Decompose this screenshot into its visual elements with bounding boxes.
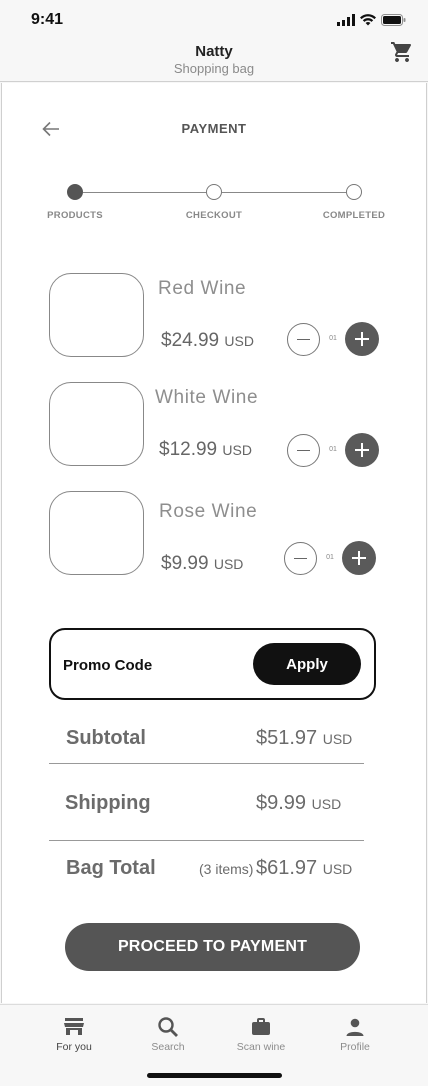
home-indicator — [147, 1073, 282, 1078]
product-price-value: $12.99 — [159, 439, 218, 460]
product-image — [49, 382, 144, 466]
tab-for-you[interactable]: For you — [34, 1015, 114, 1055]
quantity-value: 01 — [326, 554, 334, 561]
minus-icon — [294, 557, 307, 560]
app-title: Natty — [195, 43, 233, 60]
quantity-decrease-button[interactable] — [287, 323, 320, 356]
product-price: $9.99 USD — [161, 553, 243, 575]
bag-total-label: Bag Total — [66, 857, 156, 879]
bag-total-amount: $61.97 — [256, 857, 318, 879]
signal-icon — [337, 14, 355, 26]
plus-icon — [352, 551, 366, 565]
search-icon — [156, 1015, 180, 1039]
tab-label: For you — [56, 1041, 92, 1053]
minus-icon — [297, 338, 310, 341]
quantity-increase-button[interactable] — [345, 322, 379, 356]
step-label-products: PRODUCTS — [47, 210, 103, 221]
person-icon — [343, 1015, 367, 1039]
shipping-currency: USD — [311, 796, 342, 812]
shipping-value: $9.99 USD — [256, 792, 341, 815]
step-label-completed: COMPLETED — [322, 210, 386, 221]
quantity-decrease-button[interactable] — [287, 434, 320, 467]
apply-promo-button[interactable]: Apply — [253, 643, 361, 685]
tab-scan-wine[interactable]: Scan wine — [221, 1015, 301, 1055]
status-time: 9:41 — [31, 11, 64, 28]
step-dot-completed — [346, 184, 362, 200]
tab-label: Profile — [340, 1041, 370, 1053]
divider — [49, 840, 364, 841]
product-price: $12.99 USD — [159, 439, 252, 461]
step-label-checkout: CHECKOUT — [185, 210, 243, 221]
tab-search[interactable]: Search — [128, 1015, 208, 1055]
stepper-line — [222, 192, 346, 193]
product-price-currency: USD — [224, 333, 254, 349]
product-price-value: $24.99 — [161, 330, 220, 351]
shopping-cart-icon — [391, 42, 412, 62]
promo-code-field[interactable]: Promo Code Apply — [49, 628, 376, 700]
bag-total-value: $61.97 USD — [256, 857, 352, 880]
quantity-value: 01 — [329, 446, 337, 453]
nav-header: Natty Shopping bag — [0, 40, 428, 82]
quantity-decrease-button[interactable] — [284, 542, 317, 575]
page-title: PAYMENT — [181, 121, 247, 136]
subtotal-currency: USD — [322, 731, 353, 747]
plus-icon — [355, 332, 369, 346]
proceed-to-payment-button[interactable]: PROCEED TO PAYMENT — [65, 923, 360, 971]
subtotal-amount: $51.97 — [256, 727, 318, 749]
divider — [49, 763, 364, 764]
quantity-value: 01 — [329, 335, 337, 342]
quantity-increase-button[interactable] — [345, 433, 379, 467]
subtotal-label: Subtotal — [66, 727, 146, 749]
status-bar: 9:41 — [0, 0, 428, 40]
product-price-currency: USD — [222, 442, 252, 458]
cart-button[interactable] — [388, 38, 416, 66]
app-subtitle: Shopping bag — [173, 61, 255, 76]
wifi-icon — [360, 14, 376, 26]
store-icon — [62, 1015, 86, 1039]
product-image — [49, 491, 144, 575]
promo-code-label: Promo Code — [63, 657, 153, 674]
product-price: $24.99 USD — [161, 330, 254, 352]
product-name: Red Wine — [158, 278, 247, 299]
product-price-currency: USD — [213, 556, 244, 572]
battery-icon — [381, 14, 406, 26]
step-dot-products — [67, 184, 83, 200]
plus-icon — [355, 443, 369, 457]
quantity-increase-button[interactable] — [342, 541, 376, 575]
step-dot-checkout — [206, 184, 222, 200]
bag-item-count: (3 items) — [199, 861, 254, 877]
briefcase-icon — [249, 1015, 273, 1039]
status-icons — [337, 13, 406, 27]
shipping-amount: $9.99 — [256, 792, 307, 814]
subtotal-value: $51.97 USD — [256, 727, 352, 750]
tab-label: Search — [151, 1041, 185, 1053]
minus-icon — [297, 449, 310, 452]
shipping-label: Shipping — [65, 792, 151, 814]
tab-profile[interactable]: Profile — [315, 1015, 395, 1055]
product-name: Rose Wine — [159, 501, 258, 522]
stepper-line — [83, 192, 206, 193]
tab-label: Scan wine — [236, 1041, 286, 1053]
product-price-value: $9.99 — [161, 553, 209, 574]
bag-total-currency: USD — [322, 861, 353, 877]
product-image — [49, 273, 144, 357]
product-name: White Wine — [155, 387, 259, 408]
